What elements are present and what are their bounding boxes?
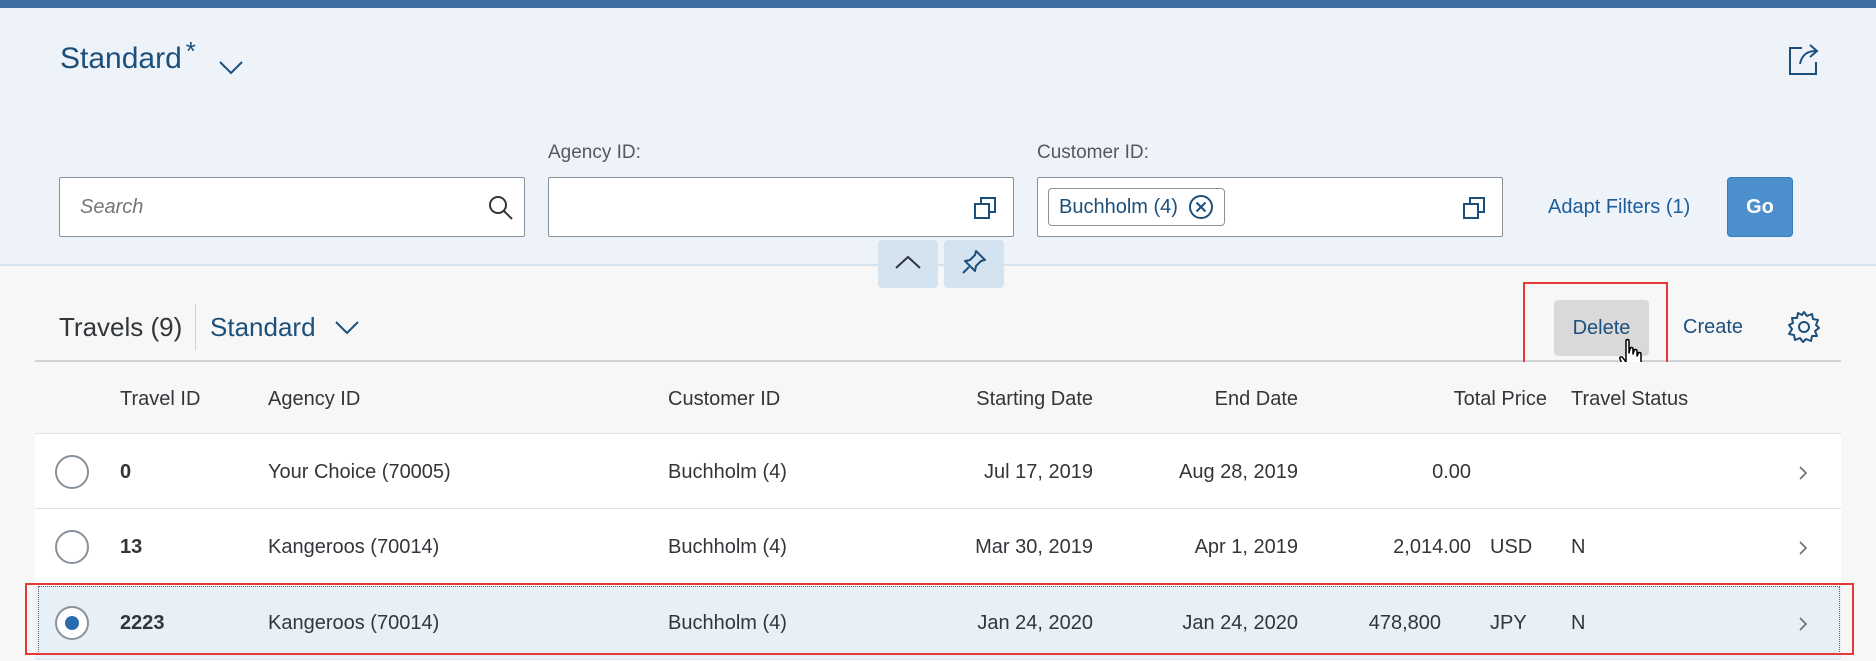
collapse-header-button[interactable] [878, 240, 938, 288]
table-row[interactable]: 0 Your Choice (70005) Buchholm (4) Jul 1… [35, 435, 1841, 509]
cell-status: N [1571, 612, 1586, 634]
variant-dirty-marker: * [185, 36, 196, 66]
search-input[interactable] [80, 178, 460, 236]
cell-start-date: Jul 17, 2019 [984, 461, 1093, 483]
cell-currency: USD [1490, 536, 1533, 558]
chevron-down-icon [218, 50, 244, 84]
variant-management[interactable]: Standard * [60, 36, 244, 84]
cell-customer: Buchholm (4) [668, 612, 787, 634]
chevron-right-icon[interactable] [1795, 538, 1811, 558]
cell-start-date: Jan 24, 2020 [977, 612, 1093, 634]
cell-agency: Kangeroos (70014) [268, 536, 440, 558]
column-starting-date[interactable]: Starting Date [915, 388, 1093, 411]
shell-top-bar [0, 0, 1876, 8]
chevron-up-icon [894, 254, 922, 275]
go-button[interactable]: Go [1727, 177, 1793, 237]
table-variant-title: Standard [210, 312, 316, 342]
agency-id-input[interactable] [548, 177, 1014, 237]
column-agency-id[interactable]: Agency ID [268, 388, 360, 411]
cell-price: 478,800 [1368, 612, 1441, 634]
cell-status: N [1571, 536, 1586, 558]
search-icon[interactable] [488, 195, 513, 220]
close-circle-icon[interactable] [1188, 194, 1214, 220]
table-toolbar: Travels (9) Standard Delete Create [35, 282, 1841, 378]
toolbar-separator [195, 304, 196, 350]
cell-agency: Your Choice (70005) [268, 461, 451, 483]
cell-start-date: Mar 30, 2019 [975, 536, 1093, 558]
chevron-right-icon[interactable] [1795, 463, 1811, 483]
value-help-icon[interactable] [1462, 196, 1486, 220]
customer-token[interactable]: Buchholm (4) [1048, 188, 1225, 226]
cell-end-date: Apr 1, 2019 [1194, 536, 1298, 558]
column-customer-id[interactable]: Customer ID [668, 388, 780, 411]
table-row[interactable]: 13 Kangeroos (70014) Buchholm (4) Mar 30… [35, 510, 1841, 584]
travels-table: Travels (9) Standard Delete Create Trave… [35, 282, 1841, 661]
token-text: Buchholm (4) [1059, 195, 1178, 218]
cell-travel-id: 0 [120, 461, 132, 483]
cell-price: 2,014.00 [1393, 536, 1471, 558]
row-select-radio[interactable] [55, 530, 89, 564]
column-total-price[interactable]: Total Price [1375, 388, 1547, 411]
variant-title: Standard [60, 42, 182, 75]
column-travel-status[interactable]: Travel Status [1571, 388, 1688, 411]
value-help-icon[interactable] [973, 196, 997, 220]
customer-id-input[interactable]: Buchholm (4) [1037, 177, 1503, 237]
cell-agency: Kangeroos (70014) [268, 612, 440, 634]
delete-button[interactable]: Delete [1554, 300, 1649, 356]
cell-end-date: Jan 24, 2020 [1182, 612, 1298, 634]
customer-id-label: Customer ID: [1037, 142, 1149, 163]
table-variant-management[interactable]: Standard [210, 312, 360, 343]
cell-travel-id: 2223 [120, 612, 165, 634]
cell-customer: Buchholm (4) [668, 461, 787, 483]
cell-end-date: Aug 28, 2019 [1179, 461, 1298, 483]
pin-header-button[interactable] [944, 240, 1004, 288]
search-field[interactable] [59, 177, 525, 237]
pin-icon [960, 248, 988, 281]
create-button[interactable]: Create [1683, 316, 1743, 339]
agency-id-label: Agency ID: [548, 142, 641, 163]
cell-travel-id: 13 [120, 536, 143, 558]
cell-customer: Buchholm (4) [668, 536, 787, 558]
column-header-row: Travel ID Agency ID Customer ID Starting… [35, 362, 1841, 434]
cell-currency: JPY [1490, 612, 1527, 634]
chevron-down-icon [334, 312, 360, 343]
chevron-right-icon[interactable] [1795, 614, 1811, 634]
gear-icon[interactable] [1787, 310, 1821, 344]
row-select-radio[interactable] [55, 455, 89, 489]
column-travel-id[interactable]: Travel ID [120, 388, 200, 411]
adapt-filters-link[interactable]: Adapt Filters (1) [1548, 196, 1690, 219]
column-end-date[interactable]: End Date [1120, 388, 1298, 411]
table-title: Travels (9) [59, 312, 183, 342]
row-select-radio[interactable] [55, 606, 89, 640]
cell-price: 0.00 [1432, 461, 1471, 483]
share-icon[interactable] [1786, 42, 1822, 78]
table-row[interactable]: 2223 Kangeroos (70014) Buchholm (4) Jan … [35, 586, 1841, 660]
